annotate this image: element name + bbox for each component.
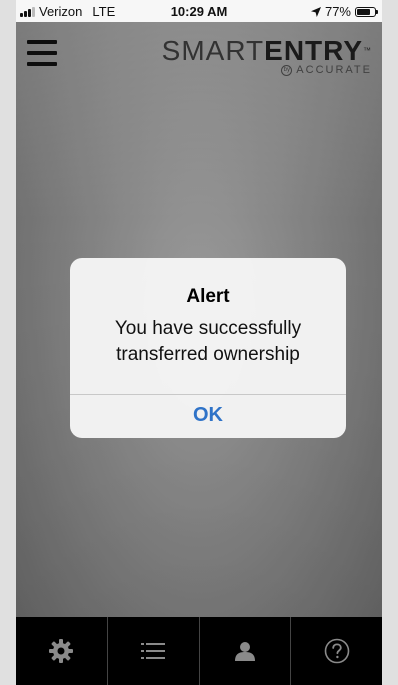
status-right: 77%: [310, 4, 378, 19]
gear-icon: [49, 639, 74, 663]
alert-title: Alert: [186, 286, 230, 307]
battery-fill: [357, 8, 371, 15]
battery-percent: 77%: [324, 4, 351, 19]
alert-dialog: Alert You have successfully transferred …: [70, 258, 346, 438]
tab-help[interactable]: [290, 617, 382, 685]
battery-icon: [355, 6, 378, 17]
status-bar: Verizon LTE 10:29 AM 77%: [16, 0, 382, 22]
location-arrow-icon: [310, 6, 321, 17]
tab-list[interactable]: [106, 617, 199, 685]
person-icon: [234, 642, 255, 661]
bottom-tab-bar: [16, 617, 382, 685]
tab-settings[interactable]: [16, 617, 107, 685]
help-icon: [324, 638, 349, 664]
tab-account[interactable]: [198, 617, 291, 685]
phone-screen: Verizon LTE 10:29 AM 77% SMARTENTRY™ by …: [0, 0, 398, 685]
list-icon: [141, 643, 166, 659]
ok-button[interactable]: OK: [70, 395, 346, 438]
alert-message: You have successfully transferred owners…: [114, 318, 302, 365]
